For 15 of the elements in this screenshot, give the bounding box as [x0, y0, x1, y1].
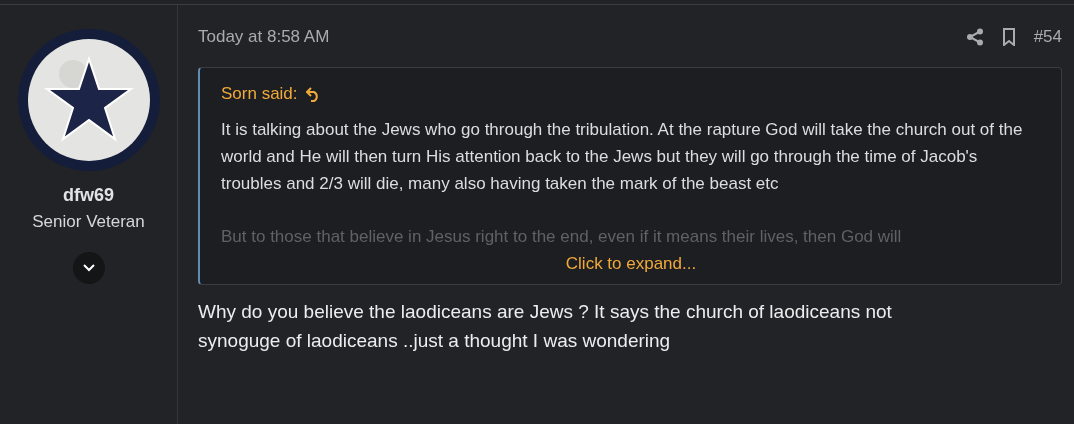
bookmark-icon[interactable]: [1001, 28, 1016, 46]
username[interactable]: dfw69: [63, 185, 114, 206]
reply-arrow-icon[interactable]: [305, 86, 320, 102]
chevron-down-icon: [82, 264, 95, 272]
user-title: Senior Veteran: [32, 212, 145, 232]
expand-button[interactable]: [72, 252, 105, 284]
quote-text: But to those that believe in Jesus right to the end, even if it means their lives, then God will: [221, 226, 903, 248]
quote-text: It is talking about the Jews who go through the tribulation. At the rapture God will take the church out of the world and He will then turn His attention back to the Jews but they will go through the time of Jacob's troubles and 2/3 will die, many also having taken the mark of the beast etc: [221, 119, 1024, 195]
expand-link[interactable]: Click to expand...: [565, 254, 697, 274]
post-text: Why do you believe the laodiceans are Jews ? It says the church of laodiceans not synoguge of laodiceans ..just a thought I was wondering: [198, 300, 893, 353]
avatar-icon[interactable]: [17, 29, 160, 171]
post-number[interactable]: #54: [1033, 27, 1062, 47]
share-icon[interactable]: [965, 28, 984, 46]
quote-author[interactable]: Sorn said:: [221, 84, 298, 104]
post-time[interactable]: Today at 8:58 AM: [198, 27, 330, 47]
